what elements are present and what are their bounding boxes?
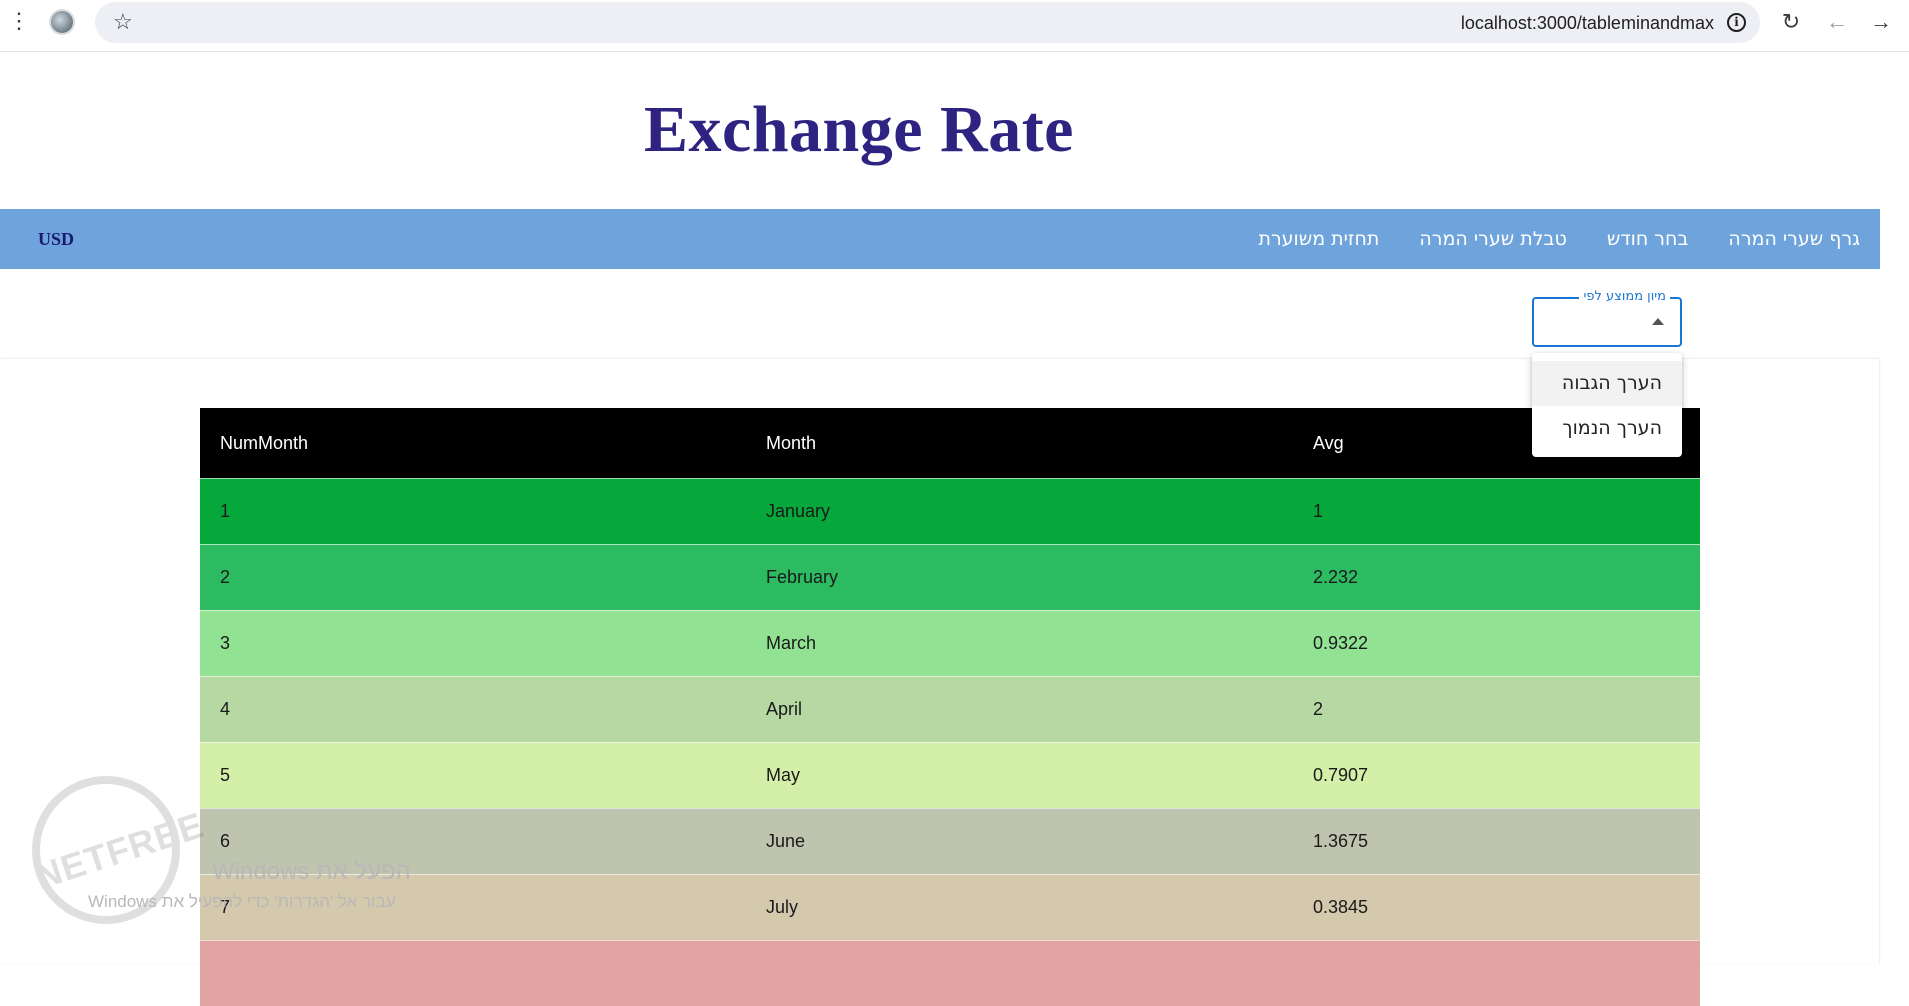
sort-select[interactable]: מיון ממוצע לפי bbox=[1532, 289, 1682, 347]
cell-avg: 1.3675 bbox=[1313, 831, 1369, 851]
kebab-menu-icon[interactable]: ⋮ bbox=[8, 10, 30, 34]
header-month[interactable]: Month bbox=[746, 433, 1293, 454]
nav-link-rates-chart[interactable]: גרף שערי המרה bbox=[1728, 228, 1860, 250]
cell-nummonth: 1 bbox=[220, 501, 231, 521]
cell-nummonth: 6 bbox=[220, 831, 231, 851]
cell-avg: 0.3845 bbox=[1313, 897, 1369, 917]
page-title: Exchange Rate bbox=[644, 93, 1074, 166]
url-text[interactable]: localhost:3000/tableminandmax bbox=[1461, 13, 1714, 34]
nav-link-rates-table[interactable]: טבלת שערי המרה bbox=[1419, 228, 1566, 250]
table-row: 2 February 2.232 bbox=[200, 544, 1700, 610]
cell-avg: 0.9322 bbox=[1313, 633, 1369, 653]
caret-up-icon[interactable] bbox=[1652, 318, 1664, 325]
browser-toolbar: ⋮ ☆ localhost:3000/tableminandmax i ↻ ← … bbox=[0, 0, 1909, 52]
cell-nummonth: 3 bbox=[220, 633, 231, 653]
cell-month: February bbox=[766, 567, 839, 587]
cell-avg: 1 bbox=[1313, 501, 1324, 521]
cell-month: July bbox=[766, 897, 799, 917]
table-header: NumMonth Month Avg bbox=[200, 408, 1700, 478]
cell-month: January bbox=[766, 501, 831, 521]
cell-avg: 2.232 bbox=[1313, 567, 1359, 587]
cell-avg: 2 bbox=[1313, 699, 1324, 719]
profile-avatar[interactable] bbox=[49, 9, 75, 35]
nav-links: גרף שערי המרה בחר חודש טבלת שערי המרה תח… bbox=[1218, 209, 1860, 269]
averages-table: NumMonth Month Avg 1 January 1 2 February 2.2… bbox=[200, 408, 1700, 1006]
cell-month: April bbox=[766, 699, 803, 719]
table-row: 5 May 0.7907 bbox=[200, 742, 1700, 808]
sort-select-label: מיון ממוצע לפי bbox=[1579, 289, 1670, 304]
table-body: 1 January 1 2 February 2.232 3 March 0.9322 4 Apri… bbox=[200, 478, 1700, 1006]
nav-link-select-month[interactable]: בחר חודש bbox=[1607, 228, 1689, 250]
cell-nummonth: 4 bbox=[220, 699, 231, 719]
windows-activation-title: הפעל את Windows bbox=[212, 858, 411, 885]
info-icon[interactable]: i bbox=[1727, 13, 1746, 32]
cell-nummonth: 2 bbox=[220, 567, 231, 587]
header-nummonth[interactable]: NumMonth bbox=[200, 433, 746, 454]
cell-nummonth: 5 bbox=[220, 765, 231, 785]
cell-month: June bbox=[766, 831, 806, 851]
table-row: 6 June 1.3675 bbox=[200, 808, 1700, 874]
reload-icon[interactable]: ↻ bbox=[1778, 9, 1804, 35]
cell-month: March bbox=[766, 633, 817, 653]
table-row: 7 July 0.3845 bbox=[200, 874, 1700, 940]
dropdown-option-highest[interactable]: הערך הגבוה bbox=[1532, 361, 1682, 406]
back-arrow-icon[interactable]: ← bbox=[1824, 9, 1850, 35]
forward-arrow-icon[interactable]: → bbox=[1868, 9, 1894, 35]
table-row bbox=[200, 940, 1700, 1006]
dropdown-option-lowest[interactable]: הערך הנמוך bbox=[1532, 406, 1682, 451]
address-bar[interactable]: ☆ localhost:3000/tableminandmax i bbox=[95, 2, 1760, 43]
currency-label[interactable]: USD bbox=[38, 229, 74, 250]
main-navbar: USD גרף שערי המרה בחר חודש טבלת שערי המר… bbox=[0, 209, 1880, 269]
table-row: 4 April 2 bbox=[200, 676, 1700, 742]
nav-link-forecast[interactable]: תחזית משוערת bbox=[1258, 228, 1379, 250]
table-row: 3 March 0.9322 bbox=[200, 610, 1700, 676]
cell-month: May bbox=[766, 765, 801, 785]
star-icon[interactable]: ☆ bbox=[113, 9, 133, 35]
sort-dropdown-menu: הערך הגבוה הערך הנמוך bbox=[1532, 353, 1682, 457]
cell-avg: 0.7907 bbox=[1313, 765, 1369, 785]
windows-activation-subtitle: עבור אל 'הגדרות' כדי להפעיל את Windows bbox=[88, 892, 396, 911]
table-row: 1 January 1 bbox=[200, 478, 1700, 544]
